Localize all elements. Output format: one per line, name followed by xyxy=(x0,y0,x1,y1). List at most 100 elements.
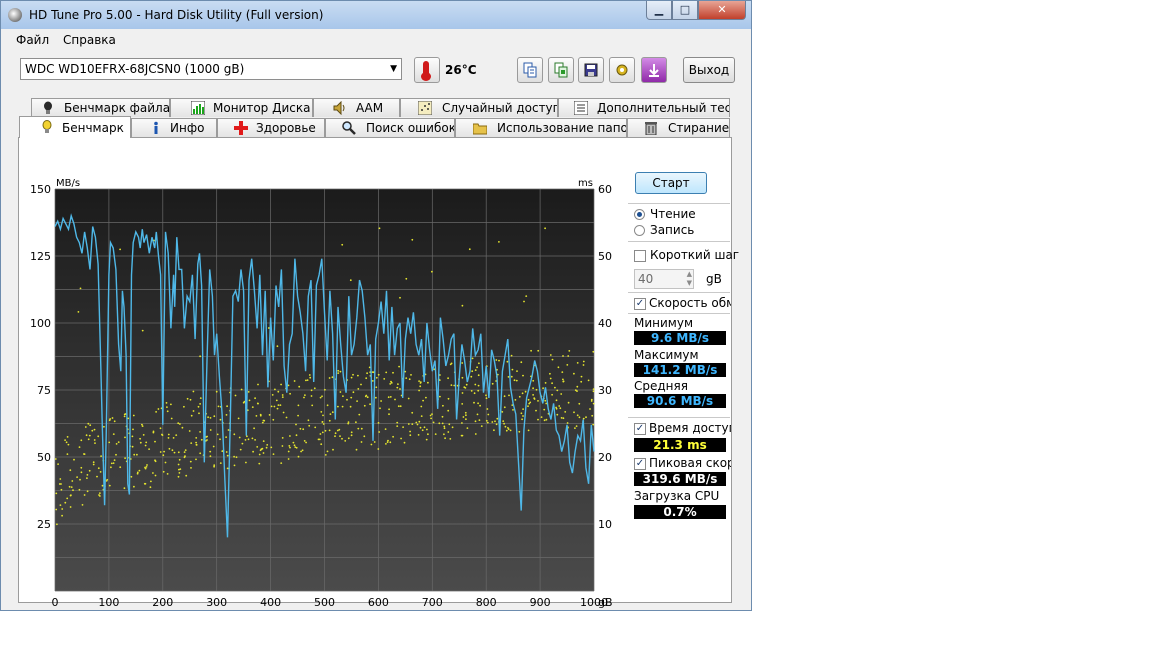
access-time-point xyxy=(308,424,311,427)
access-time-point xyxy=(276,407,279,410)
access-time-point xyxy=(508,394,510,397)
y-right-tick-label: 20 xyxy=(598,451,612,464)
write-radio[interactable] xyxy=(634,225,645,236)
read-radio[interactable] xyxy=(634,209,645,220)
x-tick-label: 300 xyxy=(206,596,227,609)
access-time-point xyxy=(86,477,88,479)
access-time-point xyxy=(166,410,169,413)
access-time-point xyxy=(99,495,101,497)
short-stroke-checkbox[interactable] xyxy=(634,250,646,262)
access-time-point xyxy=(485,419,488,422)
access-time-point xyxy=(324,454,327,456)
access-time-point xyxy=(551,393,553,396)
access-time-point xyxy=(461,403,464,405)
access-time-point xyxy=(173,451,176,454)
short-stroke-unit: gB xyxy=(706,272,722,286)
access-time-point xyxy=(99,492,101,494)
access-time-point xyxy=(305,379,307,382)
access-time-point xyxy=(178,472,181,474)
access-time-point xyxy=(239,448,242,451)
access-time-point xyxy=(407,397,410,400)
access-time-point xyxy=(70,486,73,488)
access-time-point xyxy=(56,523,58,526)
access-time-point xyxy=(190,414,193,417)
access-time-point xyxy=(422,399,424,402)
short-stroke-input[interactable]: 40 ▲ ▼ xyxy=(634,269,694,289)
access-time-point xyxy=(149,486,152,489)
access-time-point xyxy=(556,413,559,416)
access-time-point xyxy=(65,441,68,444)
y-right-tick-label: 50 xyxy=(598,250,612,263)
tab-benchmark[interactable]: Бенчмарк xyxy=(19,116,131,138)
access-time-point xyxy=(465,414,467,417)
access-time-point xyxy=(375,386,378,389)
access-time-point xyxy=(447,397,450,400)
access-time-point xyxy=(188,430,191,432)
minimize-button[interactable]: ▁ xyxy=(646,1,672,20)
access-time-point xyxy=(170,403,172,406)
close-button[interactable]: ✕ xyxy=(698,1,746,20)
access-time-point xyxy=(380,400,382,402)
access-time-point xyxy=(441,422,444,425)
access-time-point xyxy=(247,391,250,393)
access-time-point xyxy=(293,380,296,382)
access-time-point xyxy=(474,369,477,371)
access-time-point xyxy=(386,441,389,443)
access-time-point xyxy=(562,380,565,383)
access-time-point xyxy=(258,462,261,465)
access-time-checkbox[interactable]: ✓ xyxy=(634,423,646,435)
burst-rate-checkbox[interactable]: ✓ xyxy=(634,458,646,470)
access-time-point xyxy=(522,408,524,410)
access-time-point xyxy=(308,374,311,376)
access-time-point xyxy=(115,443,118,445)
access-time-point xyxy=(195,443,198,446)
access-time-point xyxy=(199,355,202,358)
access-time-point xyxy=(555,406,557,409)
access-time-point xyxy=(241,442,244,445)
access-time-point xyxy=(447,431,450,433)
access-time-point xyxy=(277,404,280,406)
access-time-point xyxy=(549,354,552,356)
access-time-point xyxy=(195,458,197,461)
access-time-point xyxy=(438,422,441,425)
access-time-point xyxy=(307,419,310,422)
download-button[interactable] xyxy=(641,57,667,83)
access-time-point xyxy=(496,417,499,420)
access-time-point xyxy=(272,418,275,421)
transfer-rate-checkbox[interactable]: ✓ xyxy=(634,298,646,310)
access-time-point xyxy=(326,404,329,407)
access-time-point xyxy=(113,459,116,461)
exit-button[interactable]: Выход xyxy=(683,57,735,83)
access-time-point xyxy=(177,475,180,478)
access-time-point xyxy=(80,471,83,474)
tab-erase[interactable]: Стирание xyxy=(627,118,730,137)
avg-value: 90.6 MB/s xyxy=(634,394,726,408)
access-time-point xyxy=(139,437,142,440)
access-time-point xyxy=(186,397,189,400)
access-time-point xyxy=(518,395,521,398)
access-time-point xyxy=(562,355,564,357)
start-button[interactable]: Старт xyxy=(635,172,707,194)
access-time-point xyxy=(543,419,546,422)
access-time-point xyxy=(93,439,96,441)
access-time-point xyxy=(233,455,236,458)
access-time-point xyxy=(477,384,480,387)
access-time-point xyxy=(66,453,69,455)
access-time-point xyxy=(338,428,341,431)
access-time-point xyxy=(397,383,399,385)
access-time-point xyxy=(310,395,313,397)
access-time-point xyxy=(303,440,306,442)
access-time-point xyxy=(253,427,256,430)
access-time-point xyxy=(450,384,453,386)
access-time-point xyxy=(507,376,510,378)
access-time-point xyxy=(377,422,380,424)
access-time-point xyxy=(55,492,58,495)
maximize-button[interactable]: □ xyxy=(672,1,698,20)
access-time-point xyxy=(281,437,284,439)
access-time-point xyxy=(592,388,595,390)
access-time-point xyxy=(473,392,476,395)
access-time-point xyxy=(247,438,250,441)
spinner-arrows-icon[interactable]: ▲ ▼ xyxy=(687,270,692,288)
access-time-point xyxy=(576,362,579,364)
access-time-point xyxy=(532,387,534,390)
